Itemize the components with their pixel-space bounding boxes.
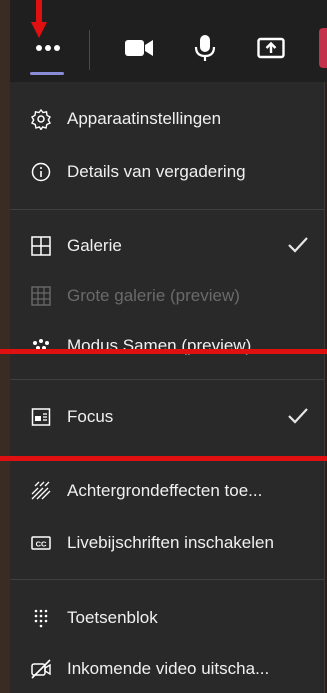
- share-screen-button[interactable]: [247, 22, 295, 74]
- focus-icon: [30, 406, 52, 428]
- menu-item-gallery[interactable]: Galerie: [10, 225, 324, 267]
- menu-divider: [10, 379, 324, 380]
- menu-item-label: Details van vergadering: [67, 162, 246, 181]
- menu-item-label: Livebijschriften inschakelen: [67, 533, 274, 552]
- menu-item-live-captions[interactable]: CC Livebijschriften inschakelen: [10, 522, 324, 564]
- microphone-icon: [194, 35, 216, 61]
- menu-item-large-gallery: Grote galerie (preview): [10, 275, 324, 317]
- meeting-toolbar: [10, 0, 327, 82]
- keypad-icon: [30, 607, 52, 629]
- share-screen-icon: [257, 37, 285, 59]
- captions-icon: CC: [30, 532, 52, 554]
- menu-item-label: Inkomende video uitscha...: [67, 659, 270, 678]
- background-edge: [0, 0, 10, 693]
- menu-item-device-settings[interactable]: Apparaatinstellingen: [10, 98, 324, 140]
- microphone-button[interactable]: [181, 22, 229, 74]
- menu-item-label: Achtergrondeffecten toe...: [67, 481, 263, 500]
- menu-item-background-effects[interactable]: Achtergrondeffecten toe...: [10, 470, 324, 512]
- menu-divider: [10, 209, 324, 210]
- more-options-menu: Apparaatinstellingen Details van vergade…: [10, 82, 325, 693]
- toolbar-divider: [89, 30, 90, 70]
- gear-icon: [30, 108, 52, 130]
- menu-divider: [10, 579, 324, 580]
- menu-item-incoming-video-off[interactable]: Inkomende video uitscha...: [10, 648, 324, 690]
- active-tab-indicator: [30, 72, 64, 75]
- menu-item-meeting-details[interactable]: Details van vergadering: [10, 151, 324, 193]
- video-off-icon: [30, 658, 52, 680]
- svg-text:CC: CC: [36, 540, 47, 549]
- menu-item-together-mode[interactable]: Modus Samen (preview): [10, 325, 324, 367]
- annotation-line: [0, 349, 327, 354]
- camera-icon: [125, 40, 153, 56]
- annotation-line: [0, 456, 327, 461]
- gallery-grid-icon: [30, 235, 52, 257]
- info-icon: [30, 161, 52, 183]
- menu-item-label: Apparaatinstellingen: [67, 109, 222, 128]
- checkmark-icon: [286, 406, 310, 431]
- menu-item-label: Focus: [67, 407, 114, 426]
- background-effects-icon: [30, 480, 52, 502]
- more-options-icon: [36, 45, 60, 51]
- large-gallery-icon: [30, 285, 52, 307]
- menu-item-label: Toetsenblok: [67, 608, 158, 627]
- menu-item-label: Galerie: [67, 236, 122, 255]
- camera-button[interactable]: [115, 22, 163, 74]
- menu-item-label: Grote galerie (preview): [67, 286, 240, 305]
- menu-item-keypad[interactable]: Toetsenblok: [10, 597, 324, 639]
- checkmark-icon: [286, 235, 310, 260]
- annotation-arrow-icon: [31, 0, 47, 38]
- menu-item-focus[interactable]: Focus: [10, 396, 324, 438]
- leave-button[interactable]: [319, 28, 327, 68]
